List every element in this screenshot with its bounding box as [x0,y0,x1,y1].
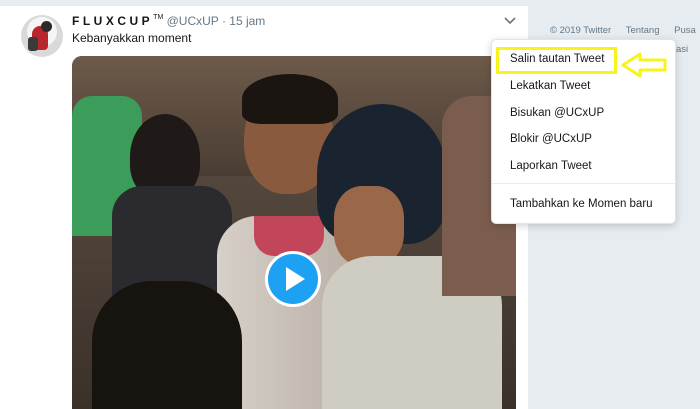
footer-copyright: © 2019 Twitter [550,25,612,36]
menu-divider [492,183,675,184]
menu-item-block[interactable]: Blokir @UCxUP [510,133,592,145]
menu-item-add-to-moment[interactable]: Tambahkan ke Momen baru [510,198,653,210]
author-name[interactable]: FLUXCUP [72,14,153,28]
annotation-arrow-icon [621,52,667,78]
tweet-header: FLUXCUPTM @UCxUP · 15 jam [72,14,265,28]
author-handle[interactable]: @UCxUP [167,14,219,28]
footer-link-about[interactable]: Tentang [626,25,660,36]
avatar-figure-arm [28,37,38,51]
play-button[interactable] [265,251,321,307]
footer-link-partial[interactable]: asi [676,44,688,55]
menu-item-mute[interactable]: Bisukan @UCxUP [510,107,604,119]
video-person-center-collar [254,216,324,256]
header-separator: · [221,14,226,28]
sidebar-footer: © 2019 Twitter Tentang Pusa [550,25,700,36]
avatar[interactable] [21,15,63,57]
timeline-top-strip [0,0,528,6]
annotation-highlight-box [496,47,617,74]
video-person-bottom-left [92,281,242,409]
tweet-timestamp[interactable]: 15 jam [229,14,265,28]
avatar-figure-head [41,21,52,32]
video-person-center-hair [242,74,338,124]
tweet-text: Kebanyakkan moment [72,31,192,45]
video-person-right-face [334,186,404,266]
chevron-down-icon[interactable] [500,12,520,30]
menu-item-embed[interactable]: Lekatkan Tweet [510,80,590,92]
footer-link-help[interactable]: Pusa [674,25,696,36]
menu-item-report[interactable]: Laporkan Tweet [510,160,592,172]
video-player[interactable] [72,56,516,409]
trademark-mark: TM [153,14,164,21]
play-icon [286,267,305,291]
timeline-column: FLUXCUPTM @UCxUP · 15 jam Kebanyakkan mo… [0,0,529,409]
